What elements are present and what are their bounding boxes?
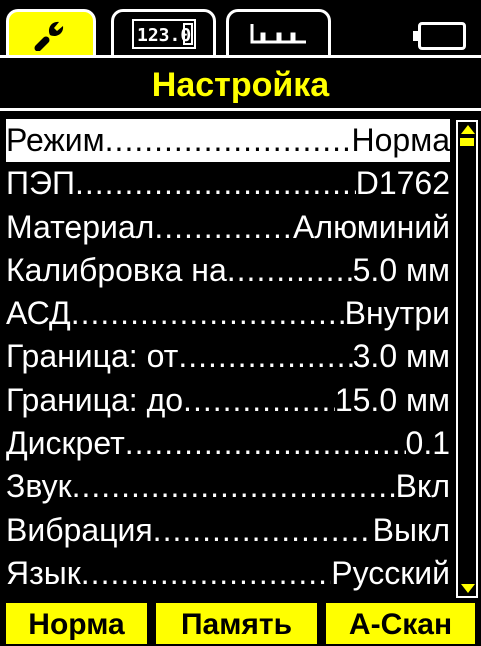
tab-bar: 123.0 (0, 0, 481, 62)
battery-icon (413, 22, 466, 50)
scroll-down-arrow-icon[interactable] (461, 584, 475, 593)
setting-row-limit-to[interactable]: Граница: до 15.0 мм (6, 379, 450, 422)
tab-settings[interactable] (6, 9, 96, 55)
setting-label: Дискрет (6, 425, 125, 462)
setting-row-vibration[interactable]: Вибрация Выкл (6, 509, 450, 552)
numeric-display-icon: 123.0 (131, 18, 196, 49)
setting-row-resolution[interactable]: Дискрет 0.1 (6, 422, 450, 465)
scrollbar-thumb[interactable] (460, 138, 474, 146)
tab-measurement[interactable]: 123.0 (111, 9, 216, 55)
setting-row-limit-from[interactable]: Граница: от 3.0 мм (6, 335, 450, 378)
wrench-icon (34, 21, 64, 51)
setting-value: Алюминий (293, 208, 450, 245)
setting-row-sound[interactable]: Звук Вкл (6, 465, 450, 508)
tab-ascan[interactable] (226, 9, 331, 55)
setting-label: Язык (6, 554, 81, 591)
setting-label: Калибровка на (6, 251, 227, 288)
setting-value: Норма (351, 122, 451, 158)
setting-value: 0.1 (405, 425, 450, 462)
softkey-memory-button[interactable]: Память (156, 603, 317, 644)
softkey-bar: Норма Память А-Скан (0, 603, 481, 644)
setting-value: 5.0 мм (352, 251, 450, 288)
softkey-mode-button[interactable]: Норма (6, 603, 147, 644)
setting-value: D1762 (355, 165, 450, 202)
setting-label: Граница: до (6, 381, 184, 418)
setting-value: Выкл (372, 511, 450, 548)
setting-label: ПЭП (6, 165, 75, 202)
setting-value: Внутри (344, 295, 450, 332)
setting-label: Звук (6, 468, 72, 505)
page-title: Настройка (151, 66, 330, 104)
setting-row-calibration[interactable]: Калибровка на 5.0 мм (6, 249, 450, 292)
setting-label: Граница: от (6, 338, 179, 375)
setting-label: Материал (6, 208, 155, 245)
scroll-up-arrow-icon[interactable] (461, 125, 475, 134)
waveform-icon (250, 23, 306, 43)
setting-row-language[interactable]: Язык Русский (6, 552, 450, 595)
setting-label: Режим (6, 122, 105, 158)
setting-label: АСД (6, 295, 71, 332)
settings-list: Режим Норма ПЭП D1762 Материал Алюминий Кал… (6, 119, 450, 595)
tab-divider (0, 55, 481, 58)
title-divider (0, 108, 481, 111)
setting-value: 3.0 мм (352, 338, 450, 375)
scrollbar[interactable] (456, 120, 478, 598)
setting-value: Русский (331, 554, 450, 591)
setting-value: Вкл (395, 468, 450, 505)
setting-row-probe[interactable]: ПЭП D1762 (6, 162, 450, 205)
setting-value: 15.0 мм (334, 381, 450, 418)
setting-label: Вибрация (6, 511, 153, 548)
setting-row-mode[interactable]: Режим Норма (6, 119, 451, 163)
softkey-ascan-button[interactable]: А-Скан (326, 603, 475, 644)
setting-row-alarm[interactable]: АСД Внутри (6, 292, 450, 335)
setting-row-material[interactable]: Материал Алюминий (6, 206, 450, 249)
